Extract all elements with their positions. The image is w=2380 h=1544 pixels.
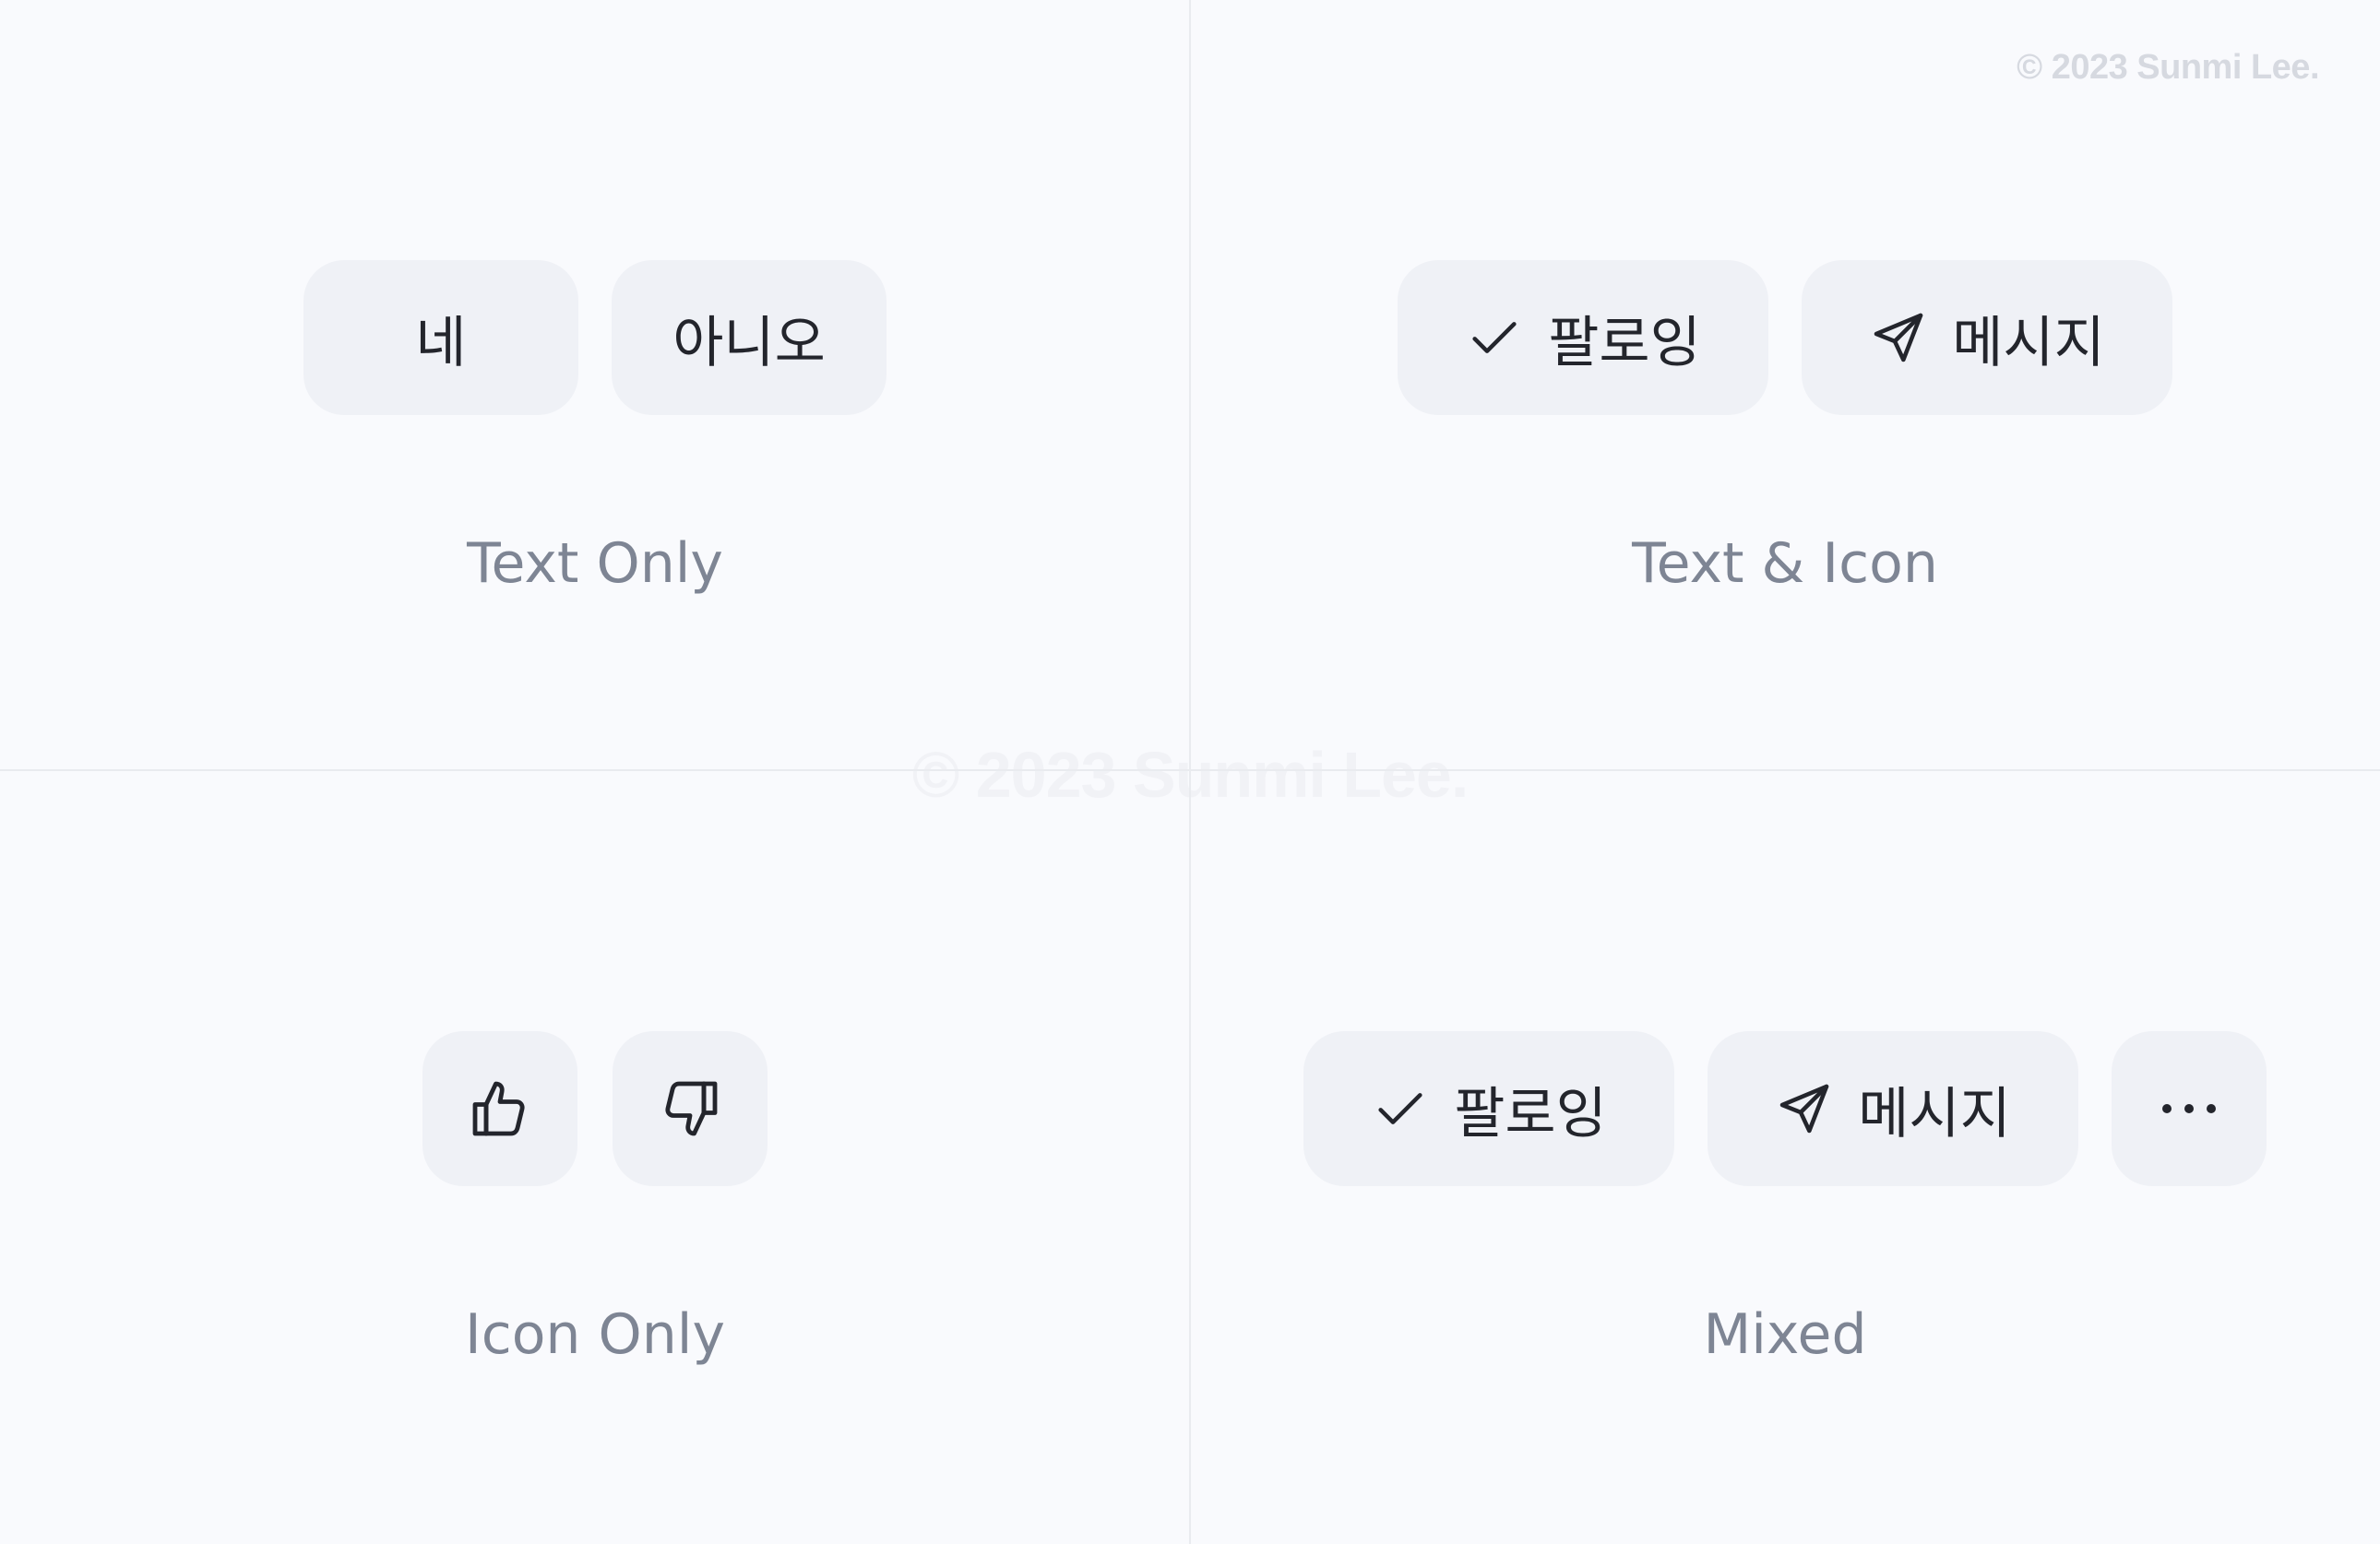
section-label: Text Only: [467, 531, 723, 596]
check-icon: [1371, 1079, 1430, 1138]
section-text-only: 네 아니오 Text Only: [0, 0, 1190, 771]
button-showcase: © 2023 Sunmi Lee. © 2023 Sunmi Lee. 네 아니…: [0, 0, 2380, 1544]
button-group: [0, 1031, 1190, 1186]
message-button-label: 메시지: [1952, 310, 2105, 375]
dislike-button[interactable]: [613, 1031, 768, 1186]
no-button-label: 아니오: [672, 310, 826, 375]
section-icon-only: Icon Only: [0, 771, 1190, 1542]
message-button-label: 메시지: [1858, 1081, 2011, 1146]
message-button[interactable]: 메시지: [1802, 260, 2172, 415]
button-group: 네 아니오: [0, 260, 1190, 415]
thumbs-up-icon: [467, 1075, 533, 1142]
send-icon: [1775, 1079, 1834, 1138]
section-label: Text & Icon: [1632, 531, 1938, 596]
following-button-label: 팔로잉: [1454, 1081, 1607, 1146]
more-button[interactable]: [2112, 1031, 2267, 1186]
following-button[interactable]: 팔로잉: [1303, 1031, 1674, 1186]
yes-button-label: 네: [415, 310, 467, 375]
following-button[interactable]: 팔로잉: [1398, 260, 1768, 415]
thumbs-down-icon: [657, 1075, 723, 1142]
more-dots-icon: [2156, 1098, 2222, 1120]
section-label: Mixed: [1703, 1302, 1867, 1367]
like-button[interactable]: [422, 1031, 577, 1186]
section-label: Icon Only: [465, 1302, 725, 1367]
yes-button[interactable]: 네: [303, 260, 578, 415]
section-text-and-icon: 팔로잉 메시지 Text & Icon: [1190, 0, 2380, 771]
send-icon: [1869, 308, 1928, 367]
message-button[interactable]: 메시지: [1708, 1031, 2078, 1186]
following-button-label: 팔로잉: [1548, 310, 1701, 375]
no-button[interactable]: 아니오: [612, 260, 887, 415]
check-icon: [1465, 308, 1524, 367]
button-group: 팔로잉 메시지: [1190, 260, 2380, 415]
section-mixed: 팔로잉 메시지 Mixed: [1190, 771, 2380, 1542]
button-group: 팔로잉 메시지: [1190, 1031, 2380, 1186]
